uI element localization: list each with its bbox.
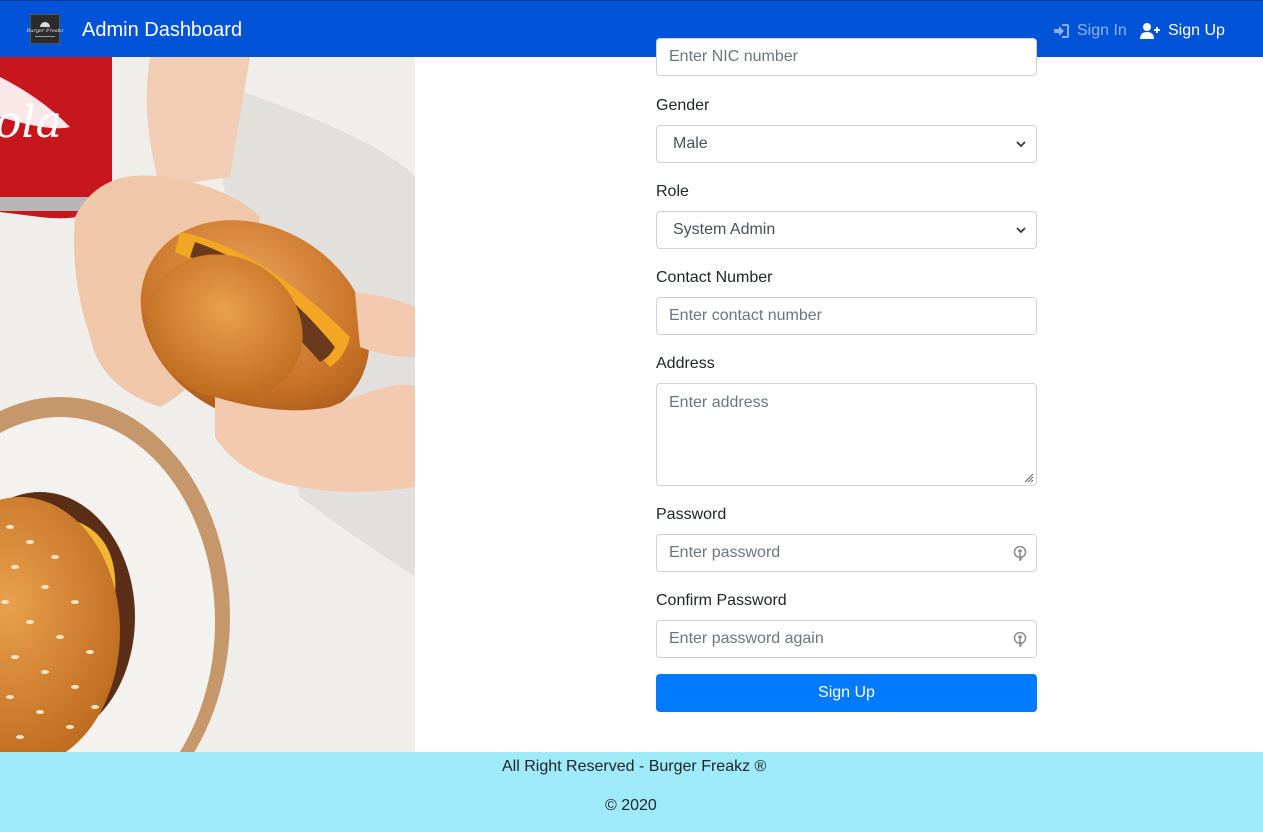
address-textarea[interactable]: Enter address — [656, 383, 1037, 486]
sign-in-label: Sign In — [1077, 22, 1127, 39]
gender-label: Gender — [656, 97, 710, 114]
sign-up-button[interactable]: Sign Up — [656, 674, 1037, 712]
footer: All Right Reserved - Burger Freakz ® © 2… — [0, 752, 1263, 832]
nav-sign-up-link[interactable]: Sign Up — [1140, 21, 1225, 41]
logo-text: Burger Freakz — [26, 27, 64, 34]
brand-logo[interactable]: Burger Freakz — [27, 14, 63, 44]
nic-input[interactable]: Enter NIC number — [656, 38, 1037, 76]
role-selected-value: System Admin — [673, 221, 776, 238]
hero-food-image: ola — [0, 57, 415, 752]
confirm-password-input[interactable]: Enter password again — [656, 620, 1037, 658]
chevron-down-icon — [1016, 141, 1026, 148]
brand-title[interactable]: Admin Dashboard — [82, 18, 242, 42]
svg-text:ola: ola — [0, 97, 62, 148]
password-label: Password — [656, 506, 727, 523]
contact-input[interactable]: Enter contact number — [656, 297, 1037, 335]
gender-select[interactable]: Male — [656, 125, 1037, 163]
navbar: Burger Freakz Admin Dashboard Sign In Si… — [0, 0, 1263, 57]
sign-up-label: Sign Up — [1168, 22, 1225, 39]
chevron-down-icon — [1016, 227, 1026, 234]
password-input[interactable]: Enter password — [656, 534, 1037, 572]
confirm-password-label: Confirm Password — [656, 592, 787, 609]
footer-rights-text: All Right Reserved - Burger Freakz ® — [502, 758, 767, 775]
footer-copyright: © 2020 — [605, 797, 657, 814]
resize-handle-icon[interactable] — [1022, 471, 1034, 483]
user-plus-icon — [1140, 23, 1160, 39]
role-select[interactable]: System Admin — [656, 211, 1037, 249]
burger-photo: ola — [0, 57, 415, 752]
key-icon[interactable] — [1013, 632, 1027, 648]
nav-sign-in-link[interactable]: Sign In — [1053, 21, 1127, 41]
role-label: Role — [656, 183, 689, 200]
sign-in-icon — [1054, 24, 1069, 38]
key-icon[interactable] — [1013, 546, 1027, 562]
burger-icon — [40, 21, 50, 27]
gender-selected-value: Male — [673, 135, 708, 152]
address-label: Address — [656, 355, 715, 372]
contact-label: Contact Number — [656, 269, 773, 286]
